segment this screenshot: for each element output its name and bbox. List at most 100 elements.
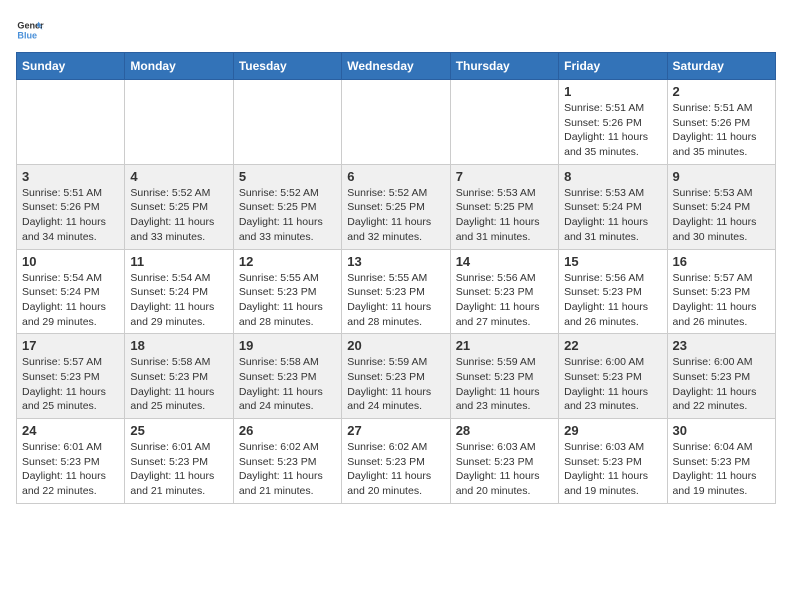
day-info: Sunrise: 5:52 AMSunset: 5:25 PMDaylight:… (347, 186, 444, 245)
day-info: Sunrise: 6:01 AMSunset: 5:23 PMDaylight:… (130, 440, 227, 499)
day-cell: 17 Sunrise: 5:57 AMSunset: 5:23 PMDayligh… (17, 334, 125, 419)
day-info: Sunrise: 5:59 AMSunset: 5:23 PMDaylight:… (456, 355, 553, 414)
day-number: 23 (673, 338, 770, 353)
day-cell (342, 80, 450, 165)
day-info: Sunrise: 6:00 AMSunset: 5:23 PMDaylight:… (673, 355, 770, 414)
svg-text:General: General (17, 21, 44, 31)
day-info: Sunrise: 5:53 AMSunset: 5:24 PMDaylight:… (564, 186, 661, 245)
day-cell: 4 Sunrise: 5:52 AMSunset: 5:25 PMDaylight… (125, 164, 233, 249)
day-number: 29 (564, 423, 661, 438)
day-info: Sunrise: 5:54 AMSunset: 5:24 PMDaylight:… (22, 271, 119, 330)
day-cell (233, 80, 341, 165)
day-cell: 1Sunrise: 5:51 AMSunset: 5:26 PMDaylight… (559, 80, 667, 165)
day-number: 19 (239, 338, 336, 353)
week-row-1: 1Sunrise: 5:51 AMSunset: 5:26 PMDaylight… (17, 80, 776, 165)
day-info: Sunrise: 6:02 AMSunset: 5:23 PMDaylight:… (239, 440, 336, 499)
day-cell: 12Sunrise: 5:55 AMSunset: 5:23 PMDayligh… (233, 249, 341, 334)
day-info: Sunrise: 5:56 AMSunset: 5:23 PMDaylight:… (456, 271, 553, 330)
day-cell: 11 Sunrise: 5:54 AMSunset: 5:24 PMDayligh… (125, 249, 233, 334)
day-info: Sunrise: 5:54 AMSunset: 5:24 PMDaylight:… (130, 271, 227, 330)
day-cell: 2Sunrise: 5:51 AMSunset: 5:26 PMDaylight… (667, 80, 775, 165)
day-info: Sunrise: 5:53 AMSunset: 5:25 PMDaylight:… (456, 186, 553, 245)
column-header-tuesday: Tuesday (233, 53, 341, 80)
column-header-thursday: Thursday (450, 53, 558, 80)
day-cell: 27Sunrise: 6:02 AMSunset: 5:23 PMDayligh… (342, 419, 450, 504)
day-number: 18 (130, 338, 227, 353)
day-cell: 25 Sunrise: 6:01 AMSunset: 5:23 PMDayligh… (125, 419, 233, 504)
day-cell: 3Sunrise: 5:51 AMSunset: 5:26 PMDaylight… (17, 164, 125, 249)
svg-text:Blue: Blue (17, 30, 37, 40)
day-number: 7 (456, 169, 553, 184)
day-number: 8 (564, 169, 661, 184)
day-info: Sunrise: 5:58 AMSunset: 5:23 PMDaylight:… (130, 355, 227, 414)
day-cell: 5 Sunrise: 5:52 AMSunset: 5:25 PMDaylight… (233, 164, 341, 249)
day-number: 20 (347, 338, 444, 353)
day-cell: 28Sunrise: 6:03 AMSunset: 5:23 PMDayligh… (450, 419, 558, 504)
calendar-table: SundayMondayTuesdayWednesdayThursdayFrid… (16, 52, 776, 504)
day-cell (125, 80, 233, 165)
week-row-3: 10 Sunrise: 5:54 AMSunset: 5:24 PMDayligh… (17, 249, 776, 334)
week-row-2: 3Sunrise: 5:51 AMSunset: 5:26 PMDaylight… (17, 164, 776, 249)
week-row-5: 24 Sunrise: 6:01 AMSunset: 5:23 PMDayligh… (17, 419, 776, 504)
day-info: Sunrise: 5:53 AMSunset: 5:24 PMDaylight:… (673, 186, 770, 245)
day-info: Sunrise: 5:57 AMSunset: 5:23 PMDaylight:… (22, 355, 119, 414)
day-number: 14 (456, 254, 553, 269)
column-header-monday: Monday (125, 53, 233, 80)
day-number: 3 (22, 169, 119, 184)
day-number: 4 (130, 169, 227, 184)
logo-icon: General Blue (16, 16, 44, 44)
day-info: Sunrise: 6:02 AMSunset: 5:23 PMDaylight:… (347, 440, 444, 499)
day-number: 30 (673, 423, 770, 438)
day-info: Sunrise: 5:52 AMSunset: 5:25 PMDaylight:… (239, 186, 336, 245)
day-cell: 8 Sunrise: 5:53 AMSunset: 5:24 PMDaylight… (559, 164, 667, 249)
logo: General Blue (16, 16, 44, 44)
day-cell: 15Sunrise: 5:56 AMSunset: 5:23 PMDayligh… (559, 249, 667, 334)
day-number: 21 (456, 338, 553, 353)
day-number: 10 (22, 254, 119, 269)
day-cell (17, 80, 125, 165)
day-cell: 30 Sunrise: 6:04 AMSunset: 5:23 PMDayligh… (667, 419, 775, 504)
day-info: Sunrise: 5:58 AMSunset: 5:23 PMDaylight:… (239, 355, 336, 414)
day-info: Sunrise: 6:03 AMSunset: 5:23 PMDaylight:… (564, 440, 661, 499)
week-row-4: 17 Sunrise: 5:57 AMSunset: 5:23 PMDayligh… (17, 334, 776, 419)
day-info: Sunrise: 5:56 AMSunset: 5:23 PMDaylight:… (564, 271, 661, 330)
day-info: Sunrise: 5:57 AMSunset: 5:23 PMDaylight:… (673, 271, 770, 330)
day-number: 24 (22, 423, 119, 438)
day-number: 11 (130, 254, 227, 269)
day-info: Sunrise: 5:59 AMSunset: 5:23 PMDaylight:… (347, 355, 444, 414)
day-info: Sunrise: 5:52 AMSunset: 5:25 PMDaylight:… (130, 186, 227, 245)
day-cell: 9Sunrise: 5:53 AMSunset: 5:24 PMDaylight… (667, 164, 775, 249)
day-number: 5 (239, 169, 336, 184)
day-cell: 26Sunrise: 6:02 AMSunset: 5:23 PMDayligh… (233, 419, 341, 504)
day-cell: 18 Sunrise: 5:58 AMSunset: 5:23 PMDayligh… (125, 334, 233, 419)
day-info: Sunrise: 5:55 AMSunset: 5:23 PMDaylight:… (347, 271, 444, 330)
day-info: Sunrise: 6:00 AMSunset: 5:23 PMDaylight:… (564, 355, 661, 414)
column-header-wednesday: Wednesday (342, 53, 450, 80)
day-cell: 29 Sunrise: 6:03 AMSunset: 5:23 PMDayligh… (559, 419, 667, 504)
day-cell: 23 Sunrise: 6:00 AMSunset: 5:23 PMDayligh… (667, 334, 775, 419)
day-number: 12 (239, 254, 336, 269)
day-number: 17 (22, 338, 119, 353)
day-cell: 14 Sunrise: 5:56 AMSunset: 5:23 PMDayligh… (450, 249, 558, 334)
day-cell: 22Sunrise: 6:00 AMSunset: 5:23 PMDayligh… (559, 334, 667, 419)
day-cell (450, 80, 558, 165)
day-cell: 24 Sunrise: 6:01 AMSunset: 5:23 PMDayligh… (17, 419, 125, 504)
day-cell: 6 Sunrise: 5:52 AMSunset: 5:25 PMDaylight… (342, 164, 450, 249)
day-number: 16 (673, 254, 770, 269)
day-cell: 20 Sunrise: 5:59 AMSunset: 5:23 PMDayligh… (342, 334, 450, 419)
day-info: Sunrise: 6:01 AMSunset: 5:23 PMDaylight:… (22, 440, 119, 499)
day-cell: 7 Sunrise: 5:53 AMSunset: 5:25 PMDaylight… (450, 164, 558, 249)
day-cell: 21 Sunrise: 5:59 AMSunset: 5:23 PMDayligh… (450, 334, 558, 419)
day-number: 25 (130, 423, 227, 438)
day-cell: 19 Sunrise: 5:58 AMSunset: 5:23 PMDayligh… (233, 334, 341, 419)
day-number: 13 (347, 254, 444, 269)
day-number: 2 (673, 84, 770, 99)
day-number: 6 (347, 169, 444, 184)
day-number: 1 (564, 84, 661, 99)
day-cell: 16 Sunrise: 5:57 AMSunset: 5:23 PMDayligh… (667, 249, 775, 334)
column-header-sunday: Sunday (17, 53, 125, 80)
day-cell: 13 Sunrise: 5:55 AMSunset: 5:23 PMDayligh… (342, 249, 450, 334)
column-header-friday: Friday (559, 53, 667, 80)
day-number: 28 (456, 423, 553, 438)
day-info: Sunrise: 6:04 AMSunset: 5:23 PMDaylight:… (673, 440, 770, 499)
